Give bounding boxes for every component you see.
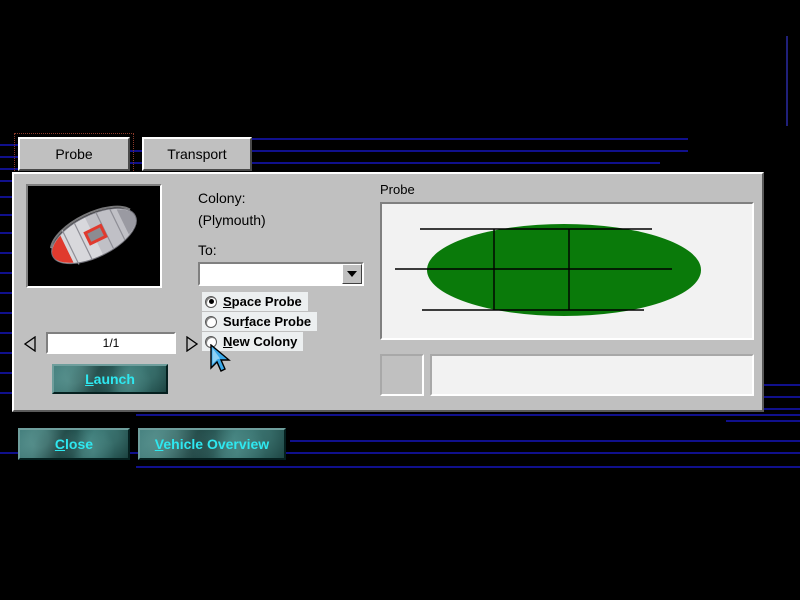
background-artifact [0,372,12,374]
background-artifact [0,332,12,334]
radio-surface-probe-label: Surface Probe [223,314,311,329]
page-spinner: 1/1 [22,332,200,356]
colony-value: (Plymouth) [198,212,266,228]
radio-new-colony-accel: N [223,334,232,349]
triangle-right-icon [184,336,198,352]
radio-space-probe-accel: S [223,294,232,309]
close-button[interactable]: Close [18,428,130,460]
probe-type-radio-group: Space Probe Surface Probe New Colony [202,292,317,352]
background-artifact [0,232,12,234]
background-artifact [252,138,688,140]
background-artifact [0,392,12,394]
background-artifact [136,466,800,468]
vehicle-overview-button[interactable]: Vehicle Overview [138,428,286,460]
page-indicator-value: 1/1 [103,336,120,350]
vehicle-preview [26,184,162,288]
probe-group-title: Probe [380,182,415,197]
background-artifact [0,180,12,182]
radio-surface-probe-pre: Sur [223,314,245,329]
chevron-down-icon[interactable] [342,264,362,284]
background-artifact [0,352,12,354]
radio-space-probe-label: Space Probe [223,294,302,309]
probe-status-text [430,354,754,396]
tab-probe-label: Probe [55,146,92,162]
close-button-accel: C [55,436,65,452]
background-artifact [136,414,800,416]
radio-new-colony-mark[interactable] [205,336,217,348]
radio-space-probe-mark[interactable] [205,296,217,308]
background-artifact [0,214,12,216]
radio-new-colony[interactable]: New Colony [202,332,303,351]
background-artifact [290,440,800,442]
probe-dialog-panel: 1/1 Launch Colony: (Plymouth) To: [12,172,764,412]
page-indicator-field[interactable]: 1/1 [46,332,176,354]
close-button-label: lose [65,436,93,452]
vehicle-render-icon [28,186,160,286]
probe-status-bar [380,352,754,398]
tab-transport-label: Transport [167,146,226,162]
radio-space-probe[interactable]: Space Probe [202,292,308,311]
prev-vehicle-button[interactable] [22,334,40,354]
probe-schematic-icon [382,204,752,338]
vehicle-overview-button-label: ehicle Overview [163,436,269,452]
probe-schematic-view[interactable] [380,202,754,340]
radio-surface-probe-text: ace Probe [249,314,311,329]
radio-new-colony-label: New Colony [223,334,297,349]
radio-new-colony-text: ew Colony [232,334,297,349]
destination-combobox[interactable] [198,262,364,286]
probe-status-icon-slot[interactable] [380,354,424,396]
background-artifact [0,312,12,314]
next-vehicle-button[interactable] [182,334,200,354]
launch-button[interactable]: Launch [52,364,168,394]
app-window: Probe Transport [0,0,800,600]
radio-space-probe-text: pace Probe [232,294,302,309]
colony-label: Colony: [198,190,245,206]
background-artifact [0,292,12,294]
tab-probe[interactable]: Probe [18,137,130,171]
background-artifact [0,252,12,254]
launch-button-accel: L [85,371,94,387]
background-artifact [0,196,12,198]
radio-surface-probe[interactable]: Surface Probe [202,312,317,331]
chevron-down-glyph [347,271,357,277]
destination-label: To: [198,242,217,258]
radio-surface-probe-mark[interactable] [205,316,217,328]
probe-detail-group: Probe [376,180,758,408]
background-artifact [0,272,12,274]
background-artifact [726,420,800,422]
background-artifact [786,36,788,126]
triangle-left-icon [24,336,38,352]
tab-transport[interactable]: Transport [142,137,252,171]
launch-button-label: aunch [94,371,135,387]
